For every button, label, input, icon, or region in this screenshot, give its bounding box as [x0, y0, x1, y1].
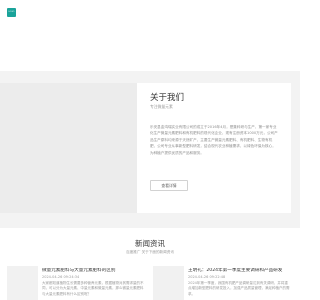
news-subtitle: 百度推广 关于下面的新闻资讯	[126, 250, 174, 254]
news-headline[interactable]: 微量元素肥料与大量元素肥料的区别	[42, 268, 145, 274]
news-title: 新闻资讯	[135, 239, 165, 248]
news-thumbnail[interactable]	[7, 266, 38, 300]
news-excerpt: 2024年第一季度，我国有机肥产品调研量达到有关调研，并将重点增加新型肥料的研发…	[188, 280, 290, 296]
hero-banner	[0, 26, 300, 71]
about-title: 关于我们	[150, 93, 185, 103]
news-section: 新闻资讯 百度推广 关于下面的新闻资讯 微量元素肥料与大量元素肥料的区别 202…	[0, 228, 300, 300]
site-logo[interactable]: LOGO	[7, 8, 16, 17]
news-item-body: 微量元素肥料与大量元素肥料的区别 2024-04-26 09:24:34 大家都…	[42, 268, 145, 298]
news-excerpt: 大家都知道植物生长需要多种营养元素，根据植物对其需求量的不同，可以分为大量元素、…	[42, 280, 144, 296]
site-header: LOGO	[0, 0, 300, 26]
news-headline[interactable]: 王明礼：2024年第一季度主要调研和产品研发	[188, 268, 291, 274]
about-section: 关于我们 专注微量元素 乐安县金鸿瑞实业有限公司的成立于2016年4月，是集科研…	[0, 71, 300, 228]
news-item-body: 王明礼：2024年第一季度主要调研和产品研发 2024-04-26 09:22:…	[188, 268, 291, 298]
about-card: 关于我们 专注微量元素 乐安县金鸿瑞实业有限公司的成立于2016年4月，是集科研…	[137, 83, 291, 213]
news-item[interactable]: 微量元素肥料与大量元素肥料的区别 2024-04-26 09:24:34 大家都…	[7, 266, 147, 300]
news-thumbnail[interactable]	[153, 266, 184, 300]
about-image-panel	[0, 83, 137, 213]
news-date: 2024-04-26 09:24:34	[42, 274, 80, 279]
news-date: 2024-04-26 09:22:48	[188, 274, 226, 279]
about-description: 乐安县金鸿瑞实业有限公司的成立于2016年4月，是集科研与生产、第一家专业化生产…	[150, 125, 278, 155]
news-item[interactable]: 王明礼：2024年第一季度主要调研和产品研发 2024-04-26 09:22:…	[153, 266, 293, 300]
about-subtitle: 专注微量元素	[150, 104, 173, 109]
view-details-button[interactable]: 查看详情	[150, 180, 188, 191]
